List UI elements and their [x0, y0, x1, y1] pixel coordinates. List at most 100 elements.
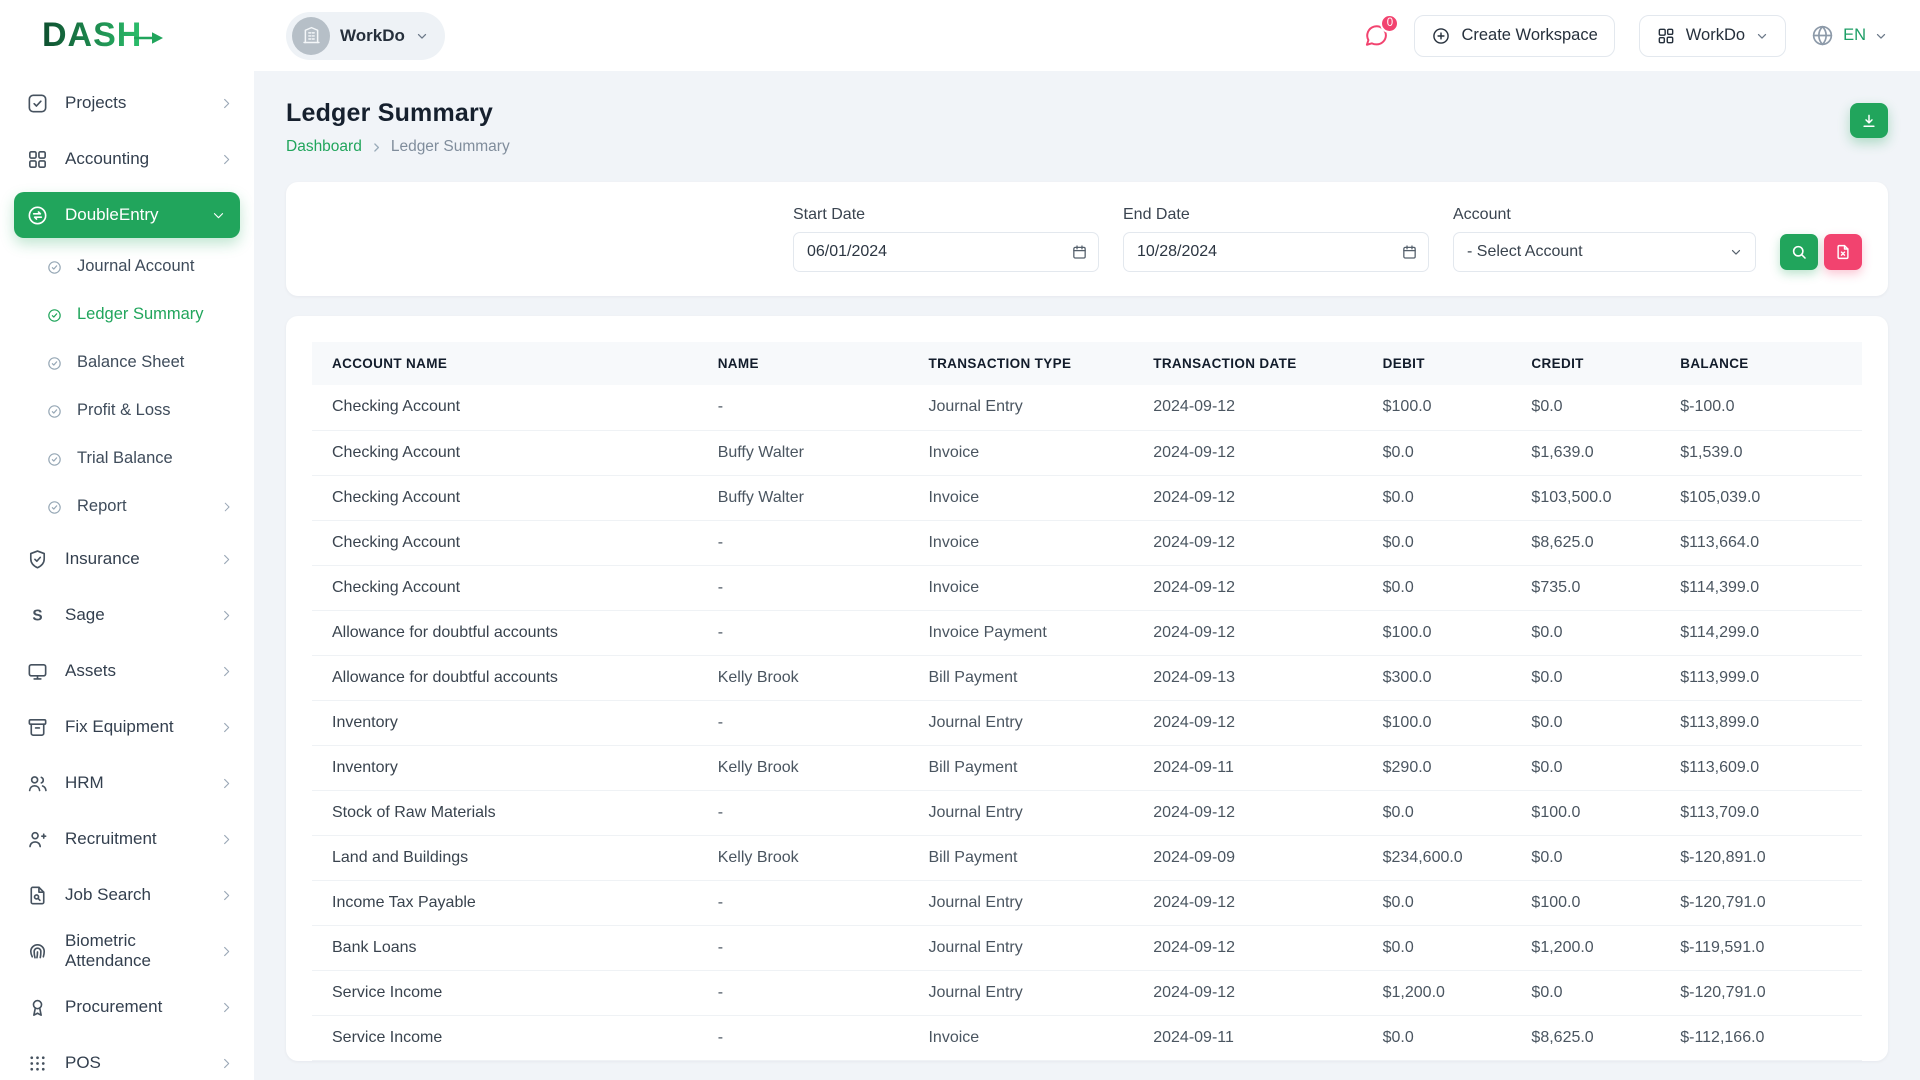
globe-icon [1810, 23, 1835, 48]
cell-credit: $1,200.0 [1519, 925, 1668, 970]
account-select[interactable]: - Select Account [1453, 232, 1756, 272]
cell-name: - [706, 970, 917, 1015]
sidebar-item-accounting[interactable]: Accounting [0, 131, 254, 187]
cell-name: Kelly Brook [706, 655, 917, 700]
sage-icon: S [26, 604, 49, 627]
sidebar-item-insurance[interactable]: Insurance [0, 531, 254, 587]
workspace-avatar [292, 17, 330, 55]
grid-icon [1656, 26, 1676, 46]
sidebar-item-journal-account[interactable]: Journal Account [0, 243, 254, 291]
sidebar-item-procurement[interactable]: Procurement [0, 979, 254, 1035]
chevron-right-icon [219, 608, 234, 623]
sidebar-item-recruitment[interactable]: Recruitment [0, 811, 254, 867]
cell-name: Kelly Brook [706, 745, 917, 790]
cell-debit: $100.0 [1371, 610, 1520, 655]
sidebar-item-hrm[interactable]: HRM [0, 755, 254, 811]
cell-credit: $8,625.0 [1519, 1015, 1668, 1060]
cell-debit: $0.0 [1371, 520, 1520, 565]
app-logo[interactable]: DASH [0, 0, 254, 71]
cell-credit: $735.0 [1519, 565, 1668, 610]
sidebar-item-job-search[interactable]: Job Search [0, 867, 254, 923]
sidebar-item-label: DoubleEntry [65, 205, 159, 225]
language-selector[interactable]: EN [1810, 23, 1888, 48]
sidebar-item-label: Accounting [65, 149, 149, 169]
cell-debit: $0.0 [1371, 430, 1520, 475]
sidebar-item-biometric-attendance[interactable]: Biometric Attendance [0, 923, 254, 979]
sidebar-item-assets[interactable]: Assets [0, 643, 254, 699]
assets-icon [26, 660, 49, 683]
sidebar-item-label: Biometric Attendance [65, 931, 203, 971]
chevron-right-icon [219, 152, 234, 167]
table-row: Allowance for doubtful accountsKelly Bro… [312, 655, 1862, 700]
cell-name: - [706, 385, 917, 430]
sidebar-item-report[interactable]: Report [0, 483, 254, 531]
cell-transaction-date: 2024-09-12 [1141, 385, 1370, 430]
sidebar-item-pos[interactable]: POS [0, 1035, 254, 1080]
sidebar-item-ledger-summary[interactable]: Ledger Summary [0, 291, 254, 339]
sidebar: DASH Projects Accounting DoubleEntry Journa… [0, 0, 254, 1080]
cell-account-name: Bank Loans [312, 925, 706, 970]
page-title: Ledger Summary [286, 99, 510, 128]
cell-debit: $0.0 [1371, 1015, 1520, 1060]
sidebar-item-label: Ledger Summary [77, 305, 204, 324]
workdo-menu-button[interactable]: WorkDo [1639, 15, 1786, 57]
chevron-right-icon [219, 96, 234, 111]
chevron-right-icon [219, 776, 234, 791]
sidebar-item-fix-equipment[interactable]: Fix Equipment [0, 699, 254, 755]
start-date-input[interactable] [793, 232, 1099, 272]
search-button[interactable] [1780, 234, 1818, 270]
biometric-icon [26, 940, 49, 963]
cell-debit: $100.0 [1371, 700, 1520, 745]
cell-transaction-type: Invoice [916, 1015, 1141, 1060]
cell-transaction-type: Journal Entry [916, 970, 1141, 1015]
table-row: Checking AccountBuffy WalterInvoice2024-… [312, 475, 1862, 520]
table-row: Land and BuildingsKelly BrookBill Paymen… [312, 835, 1862, 880]
bullet-icon [46, 259, 63, 276]
table-row: InventoryKelly BrookBill Payment2024-09-… [312, 745, 1862, 790]
cell-credit: $100.0 [1519, 790, 1668, 835]
sidebar-item-label: Journal Account [77, 257, 194, 276]
table-row: Checking Account-Invoice2024-09-12$0.0$7… [312, 565, 1862, 610]
chevron-right-icon [219, 944, 234, 959]
cell-debit: $100.0 [1371, 385, 1520, 430]
create-workspace-button[interactable]: Create Workspace [1414, 15, 1614, 57]
start-date-label: Start Date [793, 206, 1099, 224]
cell-transaction-type: Invoice [916, 430, 1141, 475]
workspace-switcher[interactable]: WorkDo [286, 12, 445, 60]
cell-account-name: Checking Account [312, 565, 706, 610]
cell-account-name: Checking Account [312, 430, 706, 475]
cell-balance: $-119,591.0 [1668, 925, 1862, 970]
column-header-credit: CREDIT [1519, 342, 1668, 385]
sidebar-item-trial-balance[interactable]: Trial Balance [0, 435, 254, 483]
account-field: Account - Select Account [1453, 206, 1756, 272]
sidebar-item-sage[interactable]: SSage [0, 587, 254, 643]
column-header-name: NAME [706, 342, 917, 385]
workspace-name: WorkDo [340, 26, 405, 46]
sidebar-item-projects[interactable]: Projects [0, 75, 254, 131]
reset-button[interactable] [1824, 234, 1862, 270]
download-button[interactable] [1850, 103, 1888, 138]
table-row: Checking Account-Invoice2024-09-12$0.0$8… [312, 520, 1862, 565]
cell-account-name: Checking Account [312, 385, 706, 430]
accounting-icon [26, 148, 49, 171]
sidebar-item-label: Recruitment [65, 829, 157, 849]
breadcrumb-dashboard-link[interactable]: Dashboard [286, 138, 362, 156]
sidebar-item-profit-loss[interactable]: Profit & Loss [0, 387, 254, 435]
cell-account-name: Service Income [312, 1015, 706, 1060]
cell-transaction-date: 2024-09-12 [1141, 790, 1370, 835]
cell-name: - [706, 520, 917, 565]
table-row: Allowance for doubtful accounts-Invoice … [312, 610, 1862, 655]
sidebar-item-balance-sheet[interactable]: Balance Sheet [0, 339, 254, 387]
cell-transaction-type: Invoice [916, 565, 1141, 610]
sidebar-item-doubleentry[interactable]: DoubleEntry [14, 192, 240, 238]
cell-debit: $0.0 [1371, 880, 1520, 925]
table-row: Checking AccountBuffy WalterInvoice2024-… [312, 430, 1862, 475]
column-header-balance: BALANCE [1668, 342, 1862, 385]
messages-button[interactable]: 0 [1362, 22, 1390, 50]
bullet-icon [46, 403, 63, 420]
end-date-input[interactable] [1123, 232, 1429, 272]
cell-credit: $0.0 [1519, 745, 1668, 790]
cell-account-name: Allowance for doubtful accounts [312, 655, 706, 700]
cell-transaction-type: Bill Payment [916, 745, 1141, 790]
sidebar-item-label: Report [77, 497, 127, 516]
